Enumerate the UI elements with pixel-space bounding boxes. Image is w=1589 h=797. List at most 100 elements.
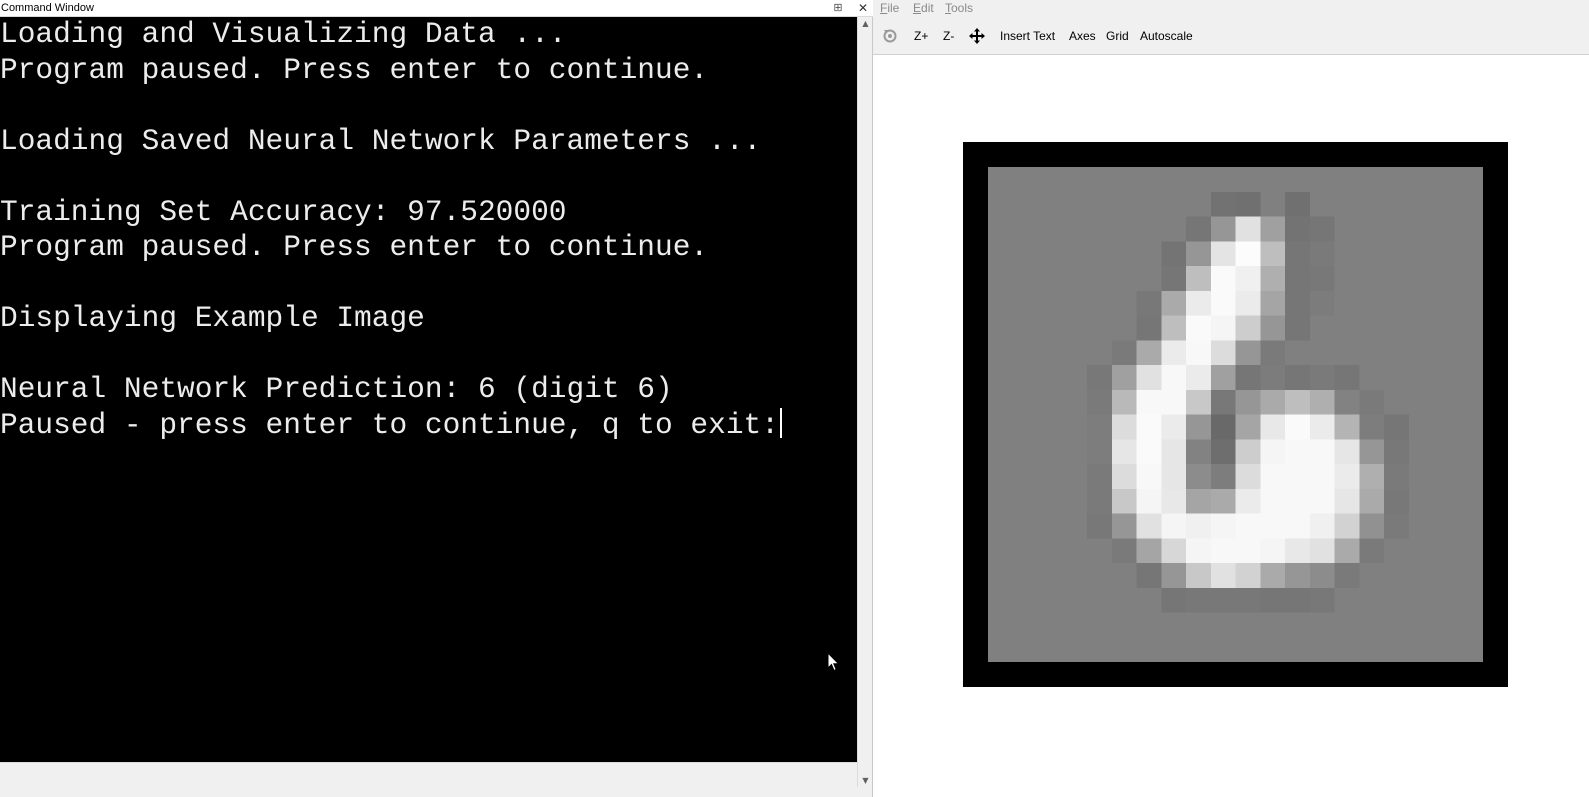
zoom-in-button[interactable]: Z+ [914, 27, 928, 45]
image-pixel [1037, 191, 1063, 217]
image-pixel [1309, 340, 1335, 366]
image-pixel [1186, 563, 1212, 589]
text-cursor [779, 407, 782, 438]
image-pixel [1408, 414, 1434, 440]
console-text: Loading and Visualizing Data ... Program… [0, 17, 782, 443]
image-pixel [1111, 340, 1137, 366]
image-pixel [1458, 389, 1483, 415]
image-pixel [1210, 439, 1236, 465]
image-pixel [1235, 340, 1261, 366]
scrollbar-track[interactable] [861, 33, 869, 768]
image-pixel [1309, 241, 1335, 267]
image-pixel [1111, 365, 1137, 391]
image-pixel [1111, 612, 1137, 638]
scroll-down-arrow-icon[interactable]: ▼ [858, 774, 873, 787]
image-pixel [1235, 439, 1261, 465]
image-pixel [1408, 216, 1434, 242]
image-pixel [1260, 637, 1286, 662]
horizontal-scrollbar[interactable] [0, 762, 857, 787]
zoom-out-button[interactable]: Z- [943, 27, 954, 45]
image-pixel [1062, 464, 1088, 490]
image-pixel [1359, 191, 1385, 217]
image-pixel [1111, 315, 1137, 341]
image-pixel [1111, 266, 1137, 292]
image-pixel [1161, 637, 1187, 662]
pan-button[interactable] [968, 27, 986, 45]
image-pixel [1309, 587, 1335, 613]
image-pixel [1285, 488, 1311, 514]
image-pixel [1087, 464, 1113, 490]
autoscale-button[interactable]: Autoscale [1140, 27, 1193, 45]
image-pixel [1458, 587, 1483, 613]
image-pixel [1111, 563, 1137, 589]
rotate-icon [883, 29, 897, 43]
menu-tools[interactable]: Tools [945, 0, 973, 16]
image-pixel [1161, 513, 1187, 539]
rotate-button[interactable] [882, 27, 900, 45]
image-pixel [1210, 191, 1236, 217]
image-pixel [1111, 637, 1137, 662]
image-pixel [988, 414, 1014, 440]
image-pixel [1359, 612, 1385, 638]
image-pixel [1235, 637, 1261, 662]
image-pixel [1359, 290, 1385, 316]
image-pixel [1136, 612, 1162, 638]
image-pixel [1012, 191, 1038, 217]
axes-button[interactable]: Axes [1069, 27, 1096, 45]
image-pixel [1359, 513, 1385, 539]
image-pixel [1186, 191, 1212, 217]
image-pixel [1260, 241, 1286, 267]
image-pixel [1136, 340, 1162, 366]
insert-text-button[interactable]: Insert Text [1000, 27, 1055, 45]
image-pixel [1433, 266, 1459, 292]
image-pixel [1458, 538, 1483, 564]
image-pixel [1210, 315, 1236, 341]
figure-canvas[interactable] [873, 55, 1589, 797]
image-pixel [1062, 290, 1088, 316]
scroll-up-arrow-icon[interactable]: ▲ [858, 17, 873, 30]
image-pixel [1408, 389, 1434, 415]
figure-menubar: File Edit Tools [873, 0, 1589, 16]
image-pixel [1235, 488, 1261, 514]
image-pixel [1235, 414, 1261, 440]
image-pixel [1037, 290, 1063, 316]
image-pixel [1062, 216, 1088, 242]
image-pixel [1433, 587, 1459, 613]
command-window: Command Window ⊞ ✕ Loading and Visualizi… [0, 0, 873, 797]
image-pixel [1161, 340, 1187, 366]
image-pixel [988, 191, 1014, 217]
image-pixel [1210, 513, 1236, 539]
image-pixel [1260, 340, 1286, 366]
image-pixel [1136, 365, 1162, 391]
image-pixel [1235, 513, 1261, 539]
image-pixel [1384, 241, 1410, 267]
image-pixel [1012, 414, 1038, 440]
image-pixel [1111, 290, 1137, 316]
image-pixel [1062, 538, 1088, 564]
image-pixel [1210, 241, 1236, 267]
image-pixel [1136, 191, 1162, 217]
image-pixel [1384, 290, 1410, 316]
image-pixel [1359, 439, 1385, 465]
image-pixel [1210, 414, 1236, 440]
image-pixel [1260, 414, 1286, 440]
menu-tools-rest: ools [951, 1, 974, 15]
image-pixel [1433, 216, 1459, 242]
image-pixel [1334, 637, 1360, 662]
undock-icon[interactable]: ⊞ [831, 0, 845, 16]
image-pixel [1408, 587, 1434, 613]
image-pixel [1186, 389, 1212, 415]
console-output[interactable]: Loading and Visualizing Data ... Program… [0, 17, 857, 762]
image-pixel [1458, 563, 1483, 589]
menu-edit[interactable]: Edit [913, 0, 934, 16]
vertical-scrollbar[interactable]: ▲ ▼ [857, 17, 872, 787]
image-pixel [1111, 538, 1137, 564]
close-icon[interactable]: ✕ [855, 0, 871, 16]
image-pixel [1037, 365, 1063, 391]
menu-file[interactable]: File [880, 0, 899, 16]
image-pixel [1235, 191, 1261, 217]
grid-button[interactable]: Grid [1106, 27, 1129, 45]
image-pixel [1334, 241, 1360, 267]
image-pixel [1433, 315, 1459, 341]
image-pixel [1458, 414, 1483, 440]
